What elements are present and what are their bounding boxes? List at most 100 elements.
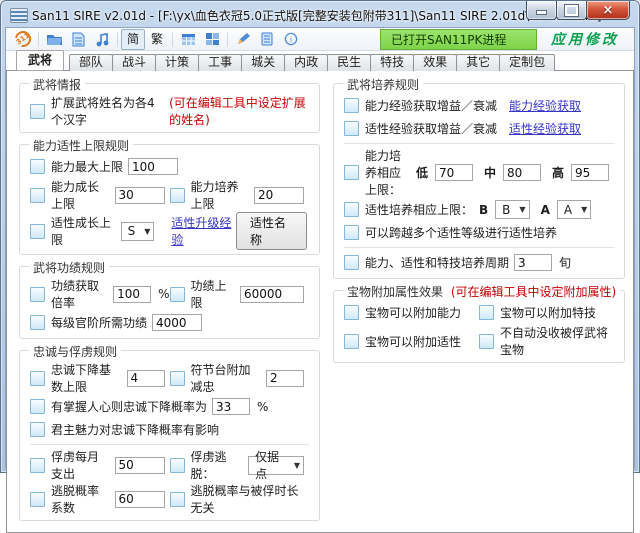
apt-train-b-select[interactable]: B ▼ — [495, 200, 529, 219]
apt-train-a-select[interactable]: A ▼ — [557, 200, 591, 219]
apt-growth-select[interactable]: S ▼ — [121, 222, 155, 241]
table-view-button[interactable] — [176, 29, 200, 50]
group-merit-rules: 武将功绩规则 功绩获取倍率 % 功绩上限 — [19, 266, 320, 339]
unit-label: % — [158, 287, 169, 301]
checkbox-label: 能力培养上限 — [191, 178, 250, 212]
checkbox-extend-names[interactable] — [30, 104, 45, 119]
close-button[interactable]: × — [586, 1, 630, 20]
toolbar: 311 简 繁 — [6, 28, 634, 51]
checkbox-loyalty-drop-base[interactable] — [30, 371, 45, 386]
checkbox-ability-train-limits[interactable] — [344, 165, 359, 180]
toolbar-separator — [38, 32, 39, 47]
ability-max-input[interactable] — [128, 158, 178, 175]
music-tool-button[interactable] — [90, 29, 114, 50]
training-cycle-input[interactable] — [514, 254, 552, 271]
edit-tool-button[interactable] — [231, 29, 255, 50]
captive-escape-select[interactable]: 仅据点 ▼ — [248, 456, 304, 475]
checkbox-apt-growth[interactable] — [30, 224, 45, 239]
fujietai-input[interactable] — [266, 370, 304, 387]
merit-rate-input[interactable] — [113, 286, 151, 303]
checkbox-label: 君主魅力对忠诚下降概率有影响 — [51, 421, 219, 438]
tab-stratagem[interactable]: 计策 — [155, 54, 199, 71]
checkbox-label: 适性经验获取增益／衰减 — [365, 120, 497, 137]
checkbox-label: 可以跨越多个适性等级进行适性培养 — [365, 224, 557, 241]
checkbox-captive-escape[interactable] — [170, 458, 185, 473]
ability-exp-link[interactable]: 能力经验获取 — [509, 97, 581, 114]
checkbox-training-cycle[interactable] — [344, 255, 359, 270]
checkbox-ability-exp-gain[interactable] — [344, 98, 359, 113]
ability-train-high-input[interactable] — [571, 164, 609, 181]
simplified-chinese-button[interactable]: 简 — [121, 29, 145, 50]
tier-label-mid: 中 — [484, 164, 496, 181]
group-title: 武将功绩规则 — [29, 259, 109, 276]
apply-changes-button[interactable]: 应用修改 — [551, 29, 619, 49]
checkbox-label: 逃脱概率系数 — [51, 482, 110, 516]
tab-strip: 武将 部队 战斗 计策 工事 城关 内政 民生 特技 效果 其它 定制包 — [6, 51, 634, 71]
checkbox-escape-time[interactable] — [170, 492, 185, 507]
checkbox-treasure-add-skill[interactable] — [479, 305, 494, 320]
maximize-button[interactable] — [556, 1, 587, 20]
hint-text: (可在编辑工具中设定附加属性) — [451, 285, 616, 299]
checkbox-merit-rate[interactable] — [30, 287, 45, 302]
tab-generals[interactable]: 武将 — [16, 50, 64, 71]
checkbox-escape-coeff[interactable] — [30, 492, 45, 507]
chevron-down-icon: ▼ — [144, 227, 150, 236]
apt-exp-link[interactable]: 适性经验获取 — [509, 120, 581, 137]
tier-label-a: A — [541, 203, 550, 217]
people-heart-input[interactable] — [212, 398, 250, 415]
checkbox-people-heart[interactable] — [30, 399, 45, 414]
tab-battle[interactable]: 战斗 — [112, 54, 156, 71]
tab-skills[interactable]: 特技 — [370, 54, 414, 71]
notebook-button[interactable] — [255, 29, 279, 50]
table-grid-icon — [181, 33, 196, 46]
tab-others[interactable]: 其它 — [456, 54, 500, 71]
blocks-icon — [205, 32, 220, 46]
merit-cap-input[interactable] — [240, 286, 304, 303]
apt-names-button[interactable]: 适性名称 — [236, 212, 307, 250]
checkbox-captive-cost[interactable] — [30, 458, 45, 473]
ability-train-low-input[interactable] — [435, 164, 473, 181]
about-button[interactable]: i — [279, 29, 303, 50]
tab-troops[interactable]: 部队 — [69, 54, 113, 71]
checkbox-merit-cap[interactable] — [170, 287, 185, 302]
tab-custom-package[interactable]: 定制包 — [499, 54, 555, 71]
blocks-view-button[interactable] — [200, 29, 224, 50]
loyalty-drop-base-input[interactable] — [127, 370, 165, 387]
checkbox-no-confiscate[interactable] — [479, 334, 494, 349]
minimize-button[interactable] — [526, 1, 557, 20]
apt-upgrade-exp-link[interactable]: 适性升级经验 — [171, 214, 236, 248]
ability-train-input[interactable] — [254, 187, 304, 204]
title-bar[interactable]: San11 SIRE v2.01d - [F:\yx\血色衣冠5.0正式版[完整… — [1, 1, 639, 27]
open-folder-icon — [46, 32, 63, 46]
tab-internal-affairs[interactable]: 内政 — [284, 54, 328, 71]
escape-coeff-input[interactable] — [115, 491, 165, 508]
checkbox-cross-grade-training[interactable] — [344, 225, 359, 240]
ability-growth-input[interactable] — [115, 187, 165, 204]
tab-effects[interactable]: 效果 — [413, 54, 457, 71]
checkbox-ability-train[interactable] — [170, 188, 185, 203]
checkbox-ability-max[interactable] — [30, 159, 45, 174]
tab-cities[interactable]: 城关 — [241, 54, 285, 71]
ability-train-mid-input[interactable] — [503, 164, 541, 181]
group-title: 宝物附加属性效果 — [347, 285, 443, 299]
checkbox-treasure-add-ability[interactable] — [344, 305, 359, 320]
open-file-button[interactable] — [42, 29, 66, 50]
checkbox-apt-exp-gain[interactable] — [344, 121, 359, 136]
checkbox-fujietai[interactable] — [170, 371, 185, 386]
attach-process-button[interactable]: 311 — [11, 29, 35, 50]
checkbox-apt-train-limits[interactable] — [344, 202, 359, 217]
traditional-chinese-button[interactable]: 繁 — [145, 29, 169, 50]
checkbox-ability-growth[interactable] — [30, 188, 45, 203]
checkbox-merit-per-rank[interactable] — [30, 315, 45, 330]
tier-label-high: 高 — [552, 164, 564, 181]
captive-cost-input[interactable] — [115, 457, 165, 474]
checkbox-label: 有掌握人心则忠诚下降概率为 — [51, 398, 207, 415]
tab-construction[interactable]: 工事 — [198, 54, 242, 71]
checkbox-ruler-charm[interactable] — [30, 422, 45, 437]
tab-livelihood[interactable]: 民生 — [327, 54, 371, 71]
save-file-button[interactable] — [66, 29, 90, 50]
group-title: 武将培养规则 — [343, 76, 423, 93]
merit-per-rank-input[interactable] — [152, 314, 202, 331]
music-note-icon — [95, 32, 110, 47]
checkbox-treasure-add-apt[interactable] — [344, 334, 359, 349]
